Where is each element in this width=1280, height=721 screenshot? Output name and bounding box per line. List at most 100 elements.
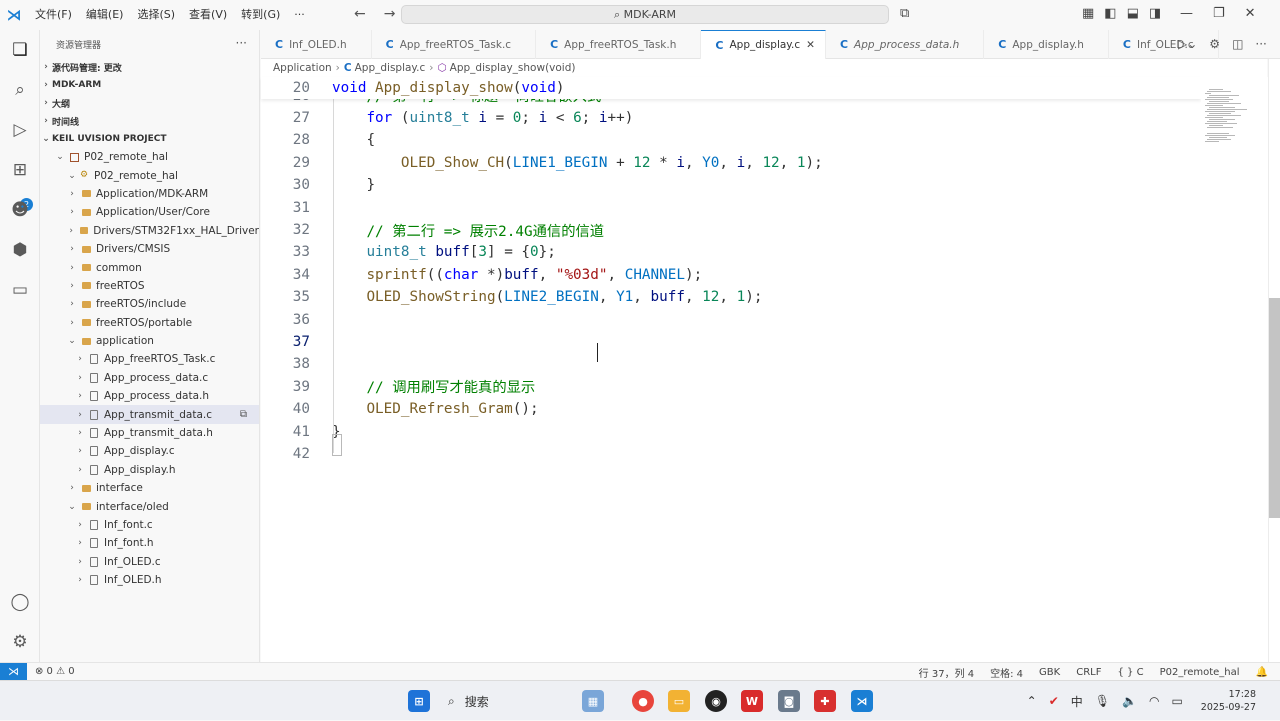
tree-file[interactable]: › App_freeRTOS_Task.c	[40, 350, 259, 368]
menu-item[interactable]: 选择(S)	[130, 0, 182, 30]
section-timeline[interactable]: › 时间线	[40, 112, 259, 130]
language-mode[interactable]: { } C	[1117, 667, 1143, 678]
tree-file[interactable]: › App_process_data.c	[40, 369, 259, 387]
code-line[interactable]: 38	[261, 353, 310, 375]
editor-tab[interactable]: C Inf_OLED.h	[261, 30, 372, 59]
tree-file[interactable]: › App_display.h	[40, 461, 259, 479]
tree-folder[interactable]: ⌄ application	[40, 332, 259, 350]
editor-tab[interactable]: C App_freeRTOS_Task.h	[536, 30, 702, 59]
code-editor[interactable]: 26 // 第一行 => 标题 尚硅谷嵌入式27 for (uint8_t i …	[261, 77, 1268, 662]
breadcrumb-file[interactable]: App_display.c	[355, 62, 426, 74]
clock[interactable]: 17:28 2025-09-27	[1201, 688, 1256, 714]
run-debug-icon[interactable]: ▷	[8, 118, 32, 142]
wps-icon[interactable]: W	[741, 690, 763, 712]
section-outline[interactable]: › 大纲	[40, 94, 259, 112]
explorer-icon[interactable]: ❏	[8, 38, 32, 62]
editor-tab[interactable]: C App_process_data.h	[826, 30, 985, 59]
forward-arrow-icon[interactable]: →	[384, 6, 396, 22]
vscode-taskbar-icon[interactable]: ⋊	[851, 690, 873, 712]
more-actions-icon[interactable]: ···	[236, 36, 247, 50]
menu-item[interactable]: 文件(F)	[28, 0, 79, 30]
input-method-icon[interactable]: 中	[1071, 693, 1083, 710]
open-link-icon[interactable]: ⧉	[240, 409, 247, 420]
code-line[interactable]: 27 for (uint8_t i = 0; i < 6; i++)	[261, 107, 634, 129]
tree-folder[interactable]: › freeRTOS	[40, 277, 259, 295]
code-line[interactable]: 40 OLED_Refresh_Gram();	[261, 398, 539, 420]
tree-folder[interactable]: ⌄ ⚙ P02_remote_hal	[40, 166, 259, 184]
tree-folder[interactable]: › Application/MDK-ARM	[40, 185, 259, 203]
toggle-sidebar-icon[interactable]: ◧	[1104, 6, 1116, 21]
split-editor-icon[interactable]: ◫	[1232, 37, 1243, 51]
extensions-icon[interactable]: ⊞	[8, 158, 32, 182]
widgets-icon[interactable]: ▦	[582, 690, 604, 712]
problems-indicator[interactable]: ⊗ 0 ⚠ 0	[35, 666, 75, 677]
file-explorer-icon[interactable]: ▭	[668, 690, 690, 712]
editor-tab[interactable]: C App_display.h	[984, 30, 1109, 59]
toggle-secondary-sidebar-icon[interactable]: ◨	[1149, 6, 1161, 21]
section-keil-project[interactable]: ⌄ KEIL UVISION PROJECT	[40, 130, 259, 148]
account-icon[interactable]: ◯	[8, 590, 32, 614]
cursor-position[interactable]: 行 37，列 4	[919, 665, 974, 680]
folder-icon[interactable]: ▭	[8, 278, 32, 302]
close-window-button[interactable]: ✕	[1245, 6, 1256, 21]
code-line[interactable]: 37	[261, 331, 310, 353]
more-actions-icon[interactable]: ···	[1255, 37, 1266, 51]
code-line[interactable]: 31	[261, 197, 310, 219]
volume-icon[interactable]: 🔈	[1122, 694, 1137, 708]
keil-icon[interactable]: ⬢	[8, 238, 32, 262]
battery-icon[interactable]: ▭	[1171, 694, 1182, 708]
menu-item[interactable]: 查看(V)	[182, 0, 234, 30]
editor-tab[interactable]: C App_freeRTOS_Task.c	[372, 30, 537, 59]
xmind-icon[interactable]: ✚	[814, 690, 836, 712]
copilot-icon[interactable]: ⧉	[900, 6, 909, 21]
breadcrumb-folder[interactable]: Application	[273, 62, 332, 74]
file-encoding[interactable]: GBK	[1039, 667, 1060, 678]
restore-button[interactable]: ❐	[1213, 6, 1225, 21]
settings-icon[interactable]: ⚙	[1209, 37, 1220, 51]
tree-file[interactable]: › App_display.c	[40, 442, 259, 460]
code-line[interactable]: 33 uint8_t buff[3] = {0};	[261, 241, 556, 263]
code-line[interactable]: 32 // 第二行 => 展示2.4G通信的信道	[261, 219, 604, 241]
command-center-search[interactable]: ⌕ MDK-ARM	[401, 5, 889, 24]
settings-gear-icon[interactable]: ⚙	[8, 630, 32, 654]
tree-file[interactable]: › App_process_data.h	[40, 387, 259, 405]
code-line[interactable]: 41}	[261, 421, 341, 443]
code-line[interactable]: 28 {	[261, 129, 375, 151]
chevron-up-icon[interactable]: ⌃	[1027, 694, 1037, 708]
back-arrow-icon[interactable]: ←	[354, 6, 366, 22]
notifications-icon[interactable]: 🔔	[1256, 667, 1268, 678]
code-line[interactable]: 39 // 调用刷写才能真的显示	[261, 376, 535, 398]
menu-item[interactable]: ···	[287, 0, 312, 30]
code-line[interactable]: 36	[261, 309, 310, 331]
chrome-icon[interactable]: ●	[632, 690, 654, 712]
breadcrumb-symbol[interactable]: App_display_show(void)	[450, 62, 576, 74]
tree-folder[interactable]: › Application/User/Core	[40, 203, 259, 221]
github-icon[interactable]: ◉	[705, 690, 727, 712]
section-scm[interactable]: › 源代码管理: 更改	[40, 58, 259, 76]
tree-file[interactable]: › App_transmit_data.c ⧉	[40, 405, 259, 424]
code-line[interactable]: 30 }	[261, 174, 375, 196]
tree-folder[interactable]: › Drivers/STM32F1xx_HAL_Driver	[40, 222, 259, 240]
menu-item[interactable]: 转到(G)	[234, 0, 287, 30]
code-line[interactable]: 35 OLED_ShowString(LINE2_BEGIN, Y1, buff…	[261, 286, 763, 308]
menu-item[interactable]: 编辑(E)	[79, 0, 131, 30]
code-line[interactable]: 29 OLED_Show_CH(LINE1_BEGIN + 12 * i, Y0…	[261, 152, 823, 174]
wps-tray-icon[interactable]: ✔	[1049, 694, 1059, 708]
toggle-panel-icon[interactable]: ⬓	[1127, 6, 1139, 21]
layout-customize-icon[interactable]: ▦	[1082, 6, 1094, 21]
tree-file[interactable]: › App_transmit_data.h	[40, 424, 259, 442]
run-icon[interactable]: ▷⌄	[1178, 37, 1197, 51]
end-of-line[interactable]: CRLF	[1076, 667, 1101, 678]
tree-file[interactable]: › Inf_font.c	[40, 516, 259, 534]
code-line[interactable]: 42	[261, 443, 310, 465]
search-icon[interactable]: ⌕	[8, 78, 32, 102]
microphone-icon[interactable]: 🎙	[1095, 694, 1110, 708]
tree-file[interactable]: › Inf_OLED.c	[40, 553, 259, 571]
sticky-scroll-header[interactable]: 20 void App_display_show(void)	[261, 77, 1201, 99]
tree-folder[interactable]: › freeRTOS/portable	[40, 314, 259, 332]
section-mdk-arm[interactable]: › MDK-ARM	[40, 76, 259, 94]
tree-folder[interactable]: › freeRTOS/include	[40, 295, 259, 313]
tree-file[interactable]: › Inf_font.h	[40, 534, 259, 552]
indentation[interactable]: 空格: 4	[990, 665, 1023, 680]
wifi-icon[interactable]: ◠	[1149, 694, 1159, 708]
